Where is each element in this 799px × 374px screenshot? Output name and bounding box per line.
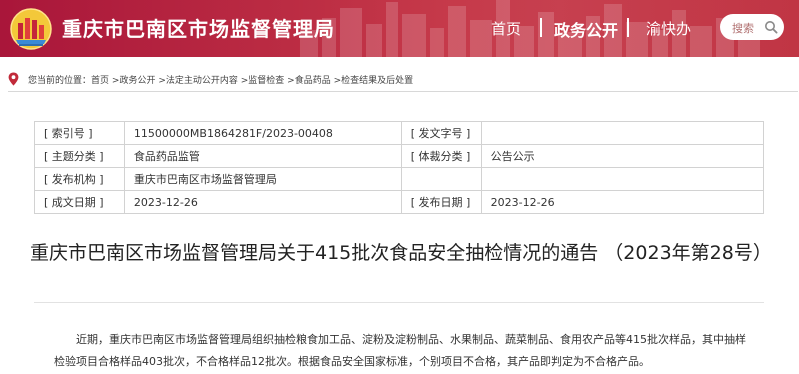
- genre-category-value: 公告公示: [480, 144, 765, 168]
- created-date-value: 2023-12-26: [123, 190, 402, 214]
- breadcrumb-item-food-drug[interactable]: 食品药品: [295, 76, 331, 86]
- document-info-table: [ 索引号 ] 11500000MB1864281F/2023-00408 [ …: [34, 121, 765, 214]
- document-number-label: [ 发文字号 ]: [400, 121, 482, 145]
- nav-yukuaiban[interactable]: 渝快办: [646, 18, 691, 39]
- empty-cell: [480, 167, 765, 191]
- table-row: [ 发布机构 ] 重庆市巴南区市场监督管理局: [34, 167, 765, 191]
- breadcrumb-separator: >: [155, 76, 166, 86]
- document-number-value: [480, 121, 765, 145]
- table-row: [ 主题分类 ] 食品药品监管 [ 体裁分类 ] 公告公示: [34, 144, 765, 168]
- topic-category-value: 食品药品监管: [123, 144, 402, 168]
- nav-divider: [540, 18, 542, 37]
- index-number-value: 11500000MB1864281F/2023-00408: [123, 121, 402, 145]
- breadcrumb-item-statutory-disclosure[interactable]: 法定主动公开内容: [166, 76, 238, 86]
- topic-category-label: [ 主题分类 ]: [34, 144, 125, 168]
- published-date-value: 2023-12-26: [480, 190, 765, 214]
- breadcrumb-separator: >: [330, 76, 342, 86]
- location-pin-icon: [8, 72, 19, 86]
- genre-category-label: [ 体裁分类 ]: [400, 144, 482, 168]
- index-number-label: [ 索引号 ]: [34, 121, 125, 145]
- site-header: 重庆市巴南区市场监督管理局 首页 政务公开 渝快办 搜索: [0, 0, 799, 57]
- search-icon[interactable]: [764, 20, 778, 34]
- breadcrumb-item-government-affairs[interactable]: 政务公开: [119, 76, 155, 86]
- breadcrumb-trail: 您当前的位置：首页 >政务公开 >法定主动公开内容 >监督检查 >食品药品 >检…: [28, 73, 413, 86]
- published-date-label: [ 发布日期 ]: [400, 190, 482, 214]
- issuer-label: [ 发布机构 ]: [34, 167, 125, 191]
- breadcrumb-prefix: 您当前的位置：: [28, 76, 92, 86]
- breadcrumb-item-home[interactable]: 首页: [91, 76, 109, 86]
- article-title: 重庆市巴南区市场监督管理局关于415批次食品安全抽检情况的通告 （2023年第2…: [30, 242, 772, 264]
- table-row: [ 成文日期 ] 2023-12-26 [ 发布日期 ] 2023-12-26: [34, 190, 765, 214]
- search-input[interactable]: 搜索: [732, 20, 754, 36]
- nav-divider: [627, 18, 629, 37]
- issuer-value: 重庆市巴南区市场监督管理局: [123, 167, 402, 191]
- breadcrumb-separator: >: [109, 76, 120, 86]
- breadcrumb-item-inspection-results[interactable]: 检查结果及后处置: [341, 76, 413, 86]
- breadcrumb-divider: [8, 91, 798, 92]
- nav-government-affairs[interactable]: 政务公开: [554, 17, 618, 41]
- created-date-label: [ 成文日期 ]: [34, 190, 125, 214]
- breadcrumb-item-inspection[interactable]: 监督检查: [248, 76, 284, 86]
- search-box[interactable]: 搜索: [720, 14, 784, 40]
- breadcrumb-separator: >: [284, 76, 295, 86]
- table-row: [ 索引号 ] 11500000MB1864281F/2023-00408 [ …: [34, 121, 765, 145]
- nav-home[interactable]: 首页: [491, 18, 521, 39]
- empty-cell: [400, 167, 482, 191]
- breadcrumb-separator: >: [237, 76, 249, 86]
- title-divider: [34, 302, 764, 303]
- article-body: 近期，重庆市巴南区市场监督管理局组织抽检粮食加工品、淀粉及淀粉制品、水果制品、蔬…: [54, 333, 746, 368]
- main-nav: 首页 政务公开 渝快办: [0, 17, 799, 41]
